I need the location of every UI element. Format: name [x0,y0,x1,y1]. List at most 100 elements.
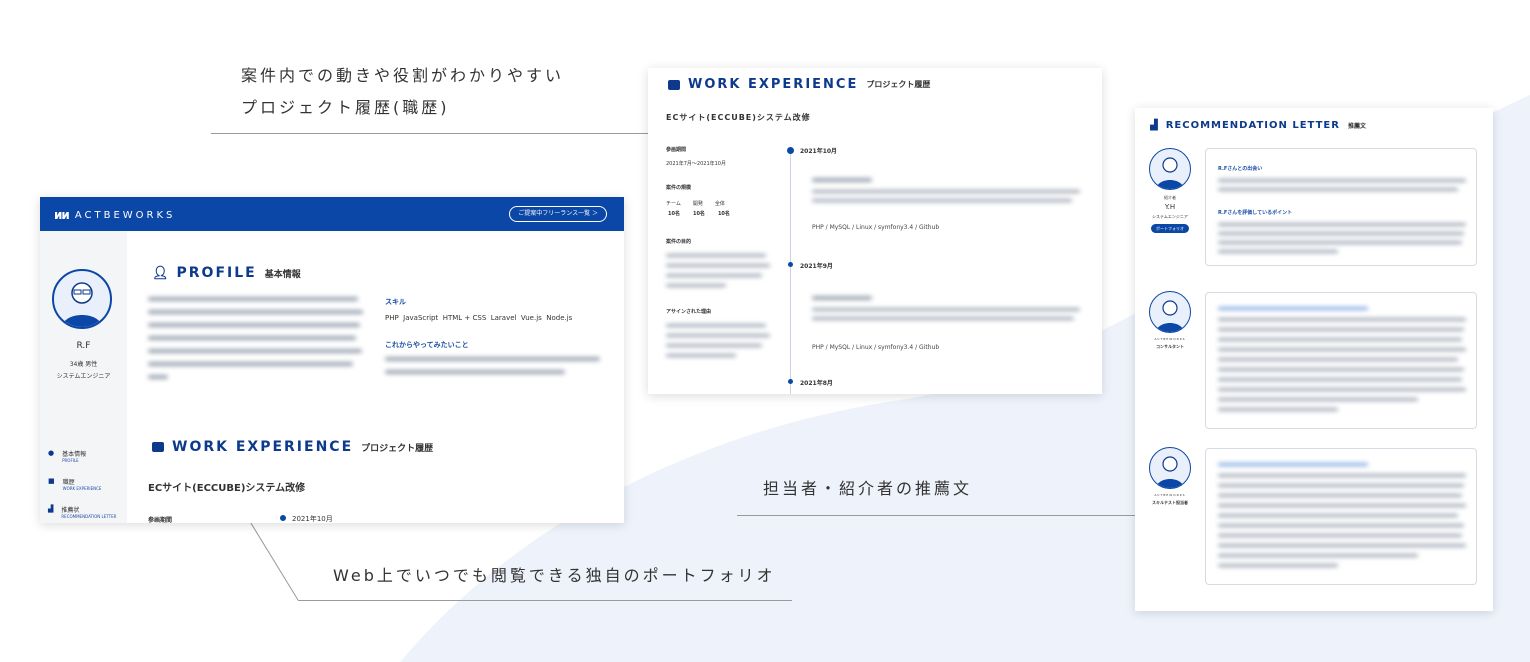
scale-value: 10名 [668,211,680,217]
recommender-avatar [1149,291,1191,333]
timeline-dot [788,379,793,384]
timeline-date: 2021年8月 [800,380,833,387]
scale-header: チーム [666,201,681,207]
work-title: WORK EXPERIENCE [172,439,354,455]
portfolio-badge[interactable]: ポートフォリオ [1151,224,1189,233]
recommendation-bubble [1205,292,1477,429]
skills-list: PHP JavaScript HTML + CSS Laravel Vue.js… [385,314,573,322]
future-text-blurred [385,357,600,383]
timeline-line [790,152,791,394]
person-icon: ● [48,449,55,457]
chart-icon: ▟ [1150,120,1158,131]
briefcase-icon: ■ [48,477,55,485]
logo-mark-icon: ᴎᴎ [54,208,70,222]
scale-value: 10名 [717,211,730,217]
future-label: これからやってみたいこと [385,341,469,349]
logo[interactable]: ᴎᴎ ACTBEWORKS [54,208,175,222]
timeline-dot [788,262,793,267]
sidebar-item-label: 職歴 [62,479,75,486]
person-illustration-icon [1156,456,1184,488]
scale-value: 10名 [692,211,705,217]
app-header: ᴎᴎ ACTBEWORKS ご提案中フリーランス一覧 ＞ [40,197,624,231]
scale-header: 全体 [714,201,725,207]
timeline-entry-blurred [812,178,1082,211]
caption-connector-bottom [298,600,792,601]
recommender-avatar [1149,447,1191,489]
recommendation-text-blurred [1218,179,1468,200]
avatar [52,269,112,329]
user-meta: 34歳 男性 [69,361,98,368]
sidebar-item-sublabel: PROFILE [62,458,79,463]
recommendation-text-blurred [1218,307,1468,420]
sidebar-item-sublabel: WORK EXPERIENCE [62,486,102,491]
recommendation-heading: R.Fさんを評価しているポイント [1218,210,1293,216]
purpose-label: 案件の目的 [666,239,692,245]
timeline-tech: PHP / MySQL / Linux / symfony3.4 / Githu… [812,224,940,231]
letter-title: RECOMMENDATION LETTER [1165,120,1340,131]
caption-connector-top [211,133,651,134]
period-value: 2021年7月～2021年10月 [666,161,726,167]
timeline-entry-blurred [812,296,1082,329]
profile-card: ᴎᴎ ACTBEWORKS ご提案中フリーランス一覧 ＞ R.F 34歳 男性 … [40,197,624,523]
recommendation-text-blurred [1218,463,1468,576]
recommendation-text-blurred [1218,223,1468,262]
profile-text-blurred [148,297,363,388]
person-illustration-icon [1156,300,1184,332]
timeline-tech: PHP / MySQL / Linux / symfony3.4 / Githu… [812,344,940,351]
briefcase-icon [668,79,680,90]
reason-text-blurred [666,324,771,366]
project-name: ECサイト(ECCUBE)システム改修 [148,483,306,494]
letter-subtitle: 推薦文 [1347,123,1366,130]
caption-recommendation: 担当者・紹介者の推薦文 [763,479,973,498]
period-label: 参画期間 [148,517,173,523]
caption-connector-middle [737,515,1137,516]
recommendation-bubble: R.Fさんとの出会い R.Fさんを評価しているポイント [1205,148,1477,266]
caption-portfolio: Web上でいつでも閲覧できる独自のポートフォリオ [333,566,776,585]
sidebar-item-profile[interactable]: ● 基本情報 PROFILE [48,449,86,463]
recommender-name: Y.H [1164,203,1176,211]
work-heading: WORK EXPERIENCE プロジェクト履歴 [668,77,930,92]
recommendation-heading: R.Fさんとの出会い [1218,166,1263,172]
recommender-small-label: 紹介者 [1164,195,1176,200]
sidebar-item-sublabel: RECOMMENDATION LETTER [61,514,117,519]
recommender-role: スキルテスト担当者 [1152,500,1188,505]
recommender-role: コンサルタント [1156,344,1184,349]
user-role: システムエンジニア [56,373,111,380]
timeline-dot [280,515,286,521]
person-icon: 👤︎ [152,265,169,281]
freelancer-list-button[interactable]: ご提案中フリーランス一覧 ＞ [509,206,607,222]
profile-title: PROFILE [176,265,257,281]
sidebar-item-label: 基本情報 [62,451,87,458]
caption-line-1: 案件内での動きや役割がわかりやすい [241,66,565,85]
project-name: ECサイト(ECCUBE)システム改修 [666,113,811,122]
recommender-small-label: ACTBEWORKS [1154,493,1186,497]
profile-subtitle: 基本情報 [264,269,301,280]
timeline-date: 2021年9月 [800,263,833,270]
work-subtitle: プロジェクト履歴 [361,443,434,454]
purpose-text-blurred [666,254,771,296]
user-name: R.F [76,341,91,351]
scale-values: 10名 10名 10名 [668,210,730,217]
period-label: 参画期間 [666,147,687,153]
timeline-date: 2021年10月 [800,148,838,155]
timeline-dot [787,147,794,154]
letter-heading: ▟ RECOMMENDATION LETTER 推薦文 [1150,120,1366,131]
recommender-small-label: ACTBEWORKS [1154,337,1186,341]
recommendation-letter-card: ▟ RECOMMENDATION LETTER 推薦文 紹介者 Y.H システム… [1135,108,1493,611]
sidebar-item-recommendation[interactable]: ▟ 推薦状 RECOMMENDATION LETTER [48,505,116,519]
work-experience-card: WORK EXPERIENCE プロジェクト履歴 ECサイト(ECCUBE)シス… [648,68,1102,394]
sidebar: R.F 34歳 男性 システムエンジニア ● 基本情報 PROFILE ■ 職歴 W… [40,231,127,523]
recommender-role: システムエンジニア [1152,214,1188,219]
person-illustration-icon [62,282,102,327]
recommender-avatar [1149,148,1191,190]
work-heading: WORK EXPERIENCE プロジェクト履歴 [152,439,433,455]
scale-label: 案件の規模 [666,185,692,191]
caption-work-history: 案件内での動きや役割がわかりやすい プロジェクト履歴(職歴) [241,60,564,124]
sidebar-item-work-experience[interactable]: ■ 職歴 WORK EXPERIENCE [48,477,101,491]
person-illustration-icon [1156,157,1184,189]
skills-label: スキル [385,298,406,306]
work-subtitle: プロジェクト履歴 [866,80,931,89]
recommendation-bubble [1205,448,1477,585]
timeline-date: 2021年10月 [292,515,333,523]
work-title: WORK EXPERIENCE [688,77,859,92]
